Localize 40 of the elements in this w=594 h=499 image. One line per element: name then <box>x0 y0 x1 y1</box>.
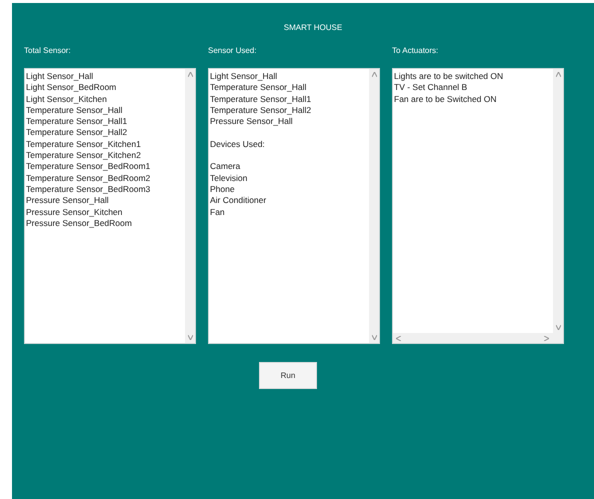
horizontal-scrollbar[interactable] <box>393 333 563 343</box>
text-line: Temperature Sensor_BedRoom3 <box>26 184 150 196</box>
text-line: Camera <box>210 161 240 173</box>
text-line: Pressure Sensor_Kitchen <box>26 206 122 218</box>
text-line: Pressure Sensor_Hall <box>26 195 109 207</box>
text-line: Phone <box>210 184 235 196</box>
text-line: Fan are to be Switched ON <box>394 94 497 105</box>
panel-label: To Actuators: <box>392 46 438 57</box>
text-line: Light Sensor_Kitchen <box>26 94 107 105</box>
vertical-scrollbar[interactable] <box>185 69 195 343</box>
text-line: Temperature Sensor_Hall1 <box>210 94 312 105</box>
text-line: Light Sensor_Hall <box>26 71 94 82</box>
text-line: Lights are to be switched ON <box>394 71 504 82</box>
text-line: Light Sensor_BedRoom <box>26 82 116 94</box>
vertical-scrollbar[interactable] <box>553 69 563 333</box>
text-line: Temperature Sensor_Hall2 <box>210 104 312 116</box>
text-line: Pressure Sensor_Hall <box>210 116 293 128</box>
text-line: Air Conditioner <box>210 195 266 207</box>
run-button[interactable]: Run <box>259 362 317 389</box>
text-line: Temperature Sensor_Hall1 <box>26 116 128 128</box>
text-line: Fan <box>210 206 225 218</box>
text-line: Temperature Sensor_Hall2 <box>26 127 128 139</box>
window-title: SMART HOUSE <box>282 22 344 34</box>
panel-label: Total Sensor: <box>24 46 71 57</box>
text-area[interactable]: Lights are to be switched ON TV - Set Channel B Fan are to be Switched ON <box>392 68 564 344</box>
vertical-scrollbar[interactable] <box>369 69 379 343</box>
text-line: Pressure Sensor_BedRoom <box>26 218 132 230</box>
text-line: Temperature Sensor_Hall <box>210 82 306 94</box>
text-line: Temperature Sensor_Hall <box>26 104 122 116</box>
text-line: Light Sensor_Hall <box>210 71 278 82</box>
text-line: Temperature Sensor_Kitchen2 <box>26 150 141 162</box>
text-line: Television <box>210 172 248 184</box>
text-line: Temperature Sensor_BedRoom2 <box>26 172 150 184</box>
text-line: Temperature Sensor_Kitchen1 <box>26 138 141 150</box>
text-line: TV - Set Channel B <box>394 82 468 94</box>
text-line: Temperature Sensor_BedRoom1 <box>26 161 150 173</box>
panel-label: Sensor Used: <box>208 46 256 57</box>
text-area[interactable]: Light Sensor_Hall Temperature Sensor_Hall Temperature Sensor_Hall1 Temperature Sensor_Hall2 Pressure Sensor_Hall Devices Used: Camera Television Phone Air Conditioner Fan <box>208 68 380 344</box>
text-line: Devices Used: <box>210 138 265 150</box>
text-area[interactable] <box>24 68 196 344</box>
